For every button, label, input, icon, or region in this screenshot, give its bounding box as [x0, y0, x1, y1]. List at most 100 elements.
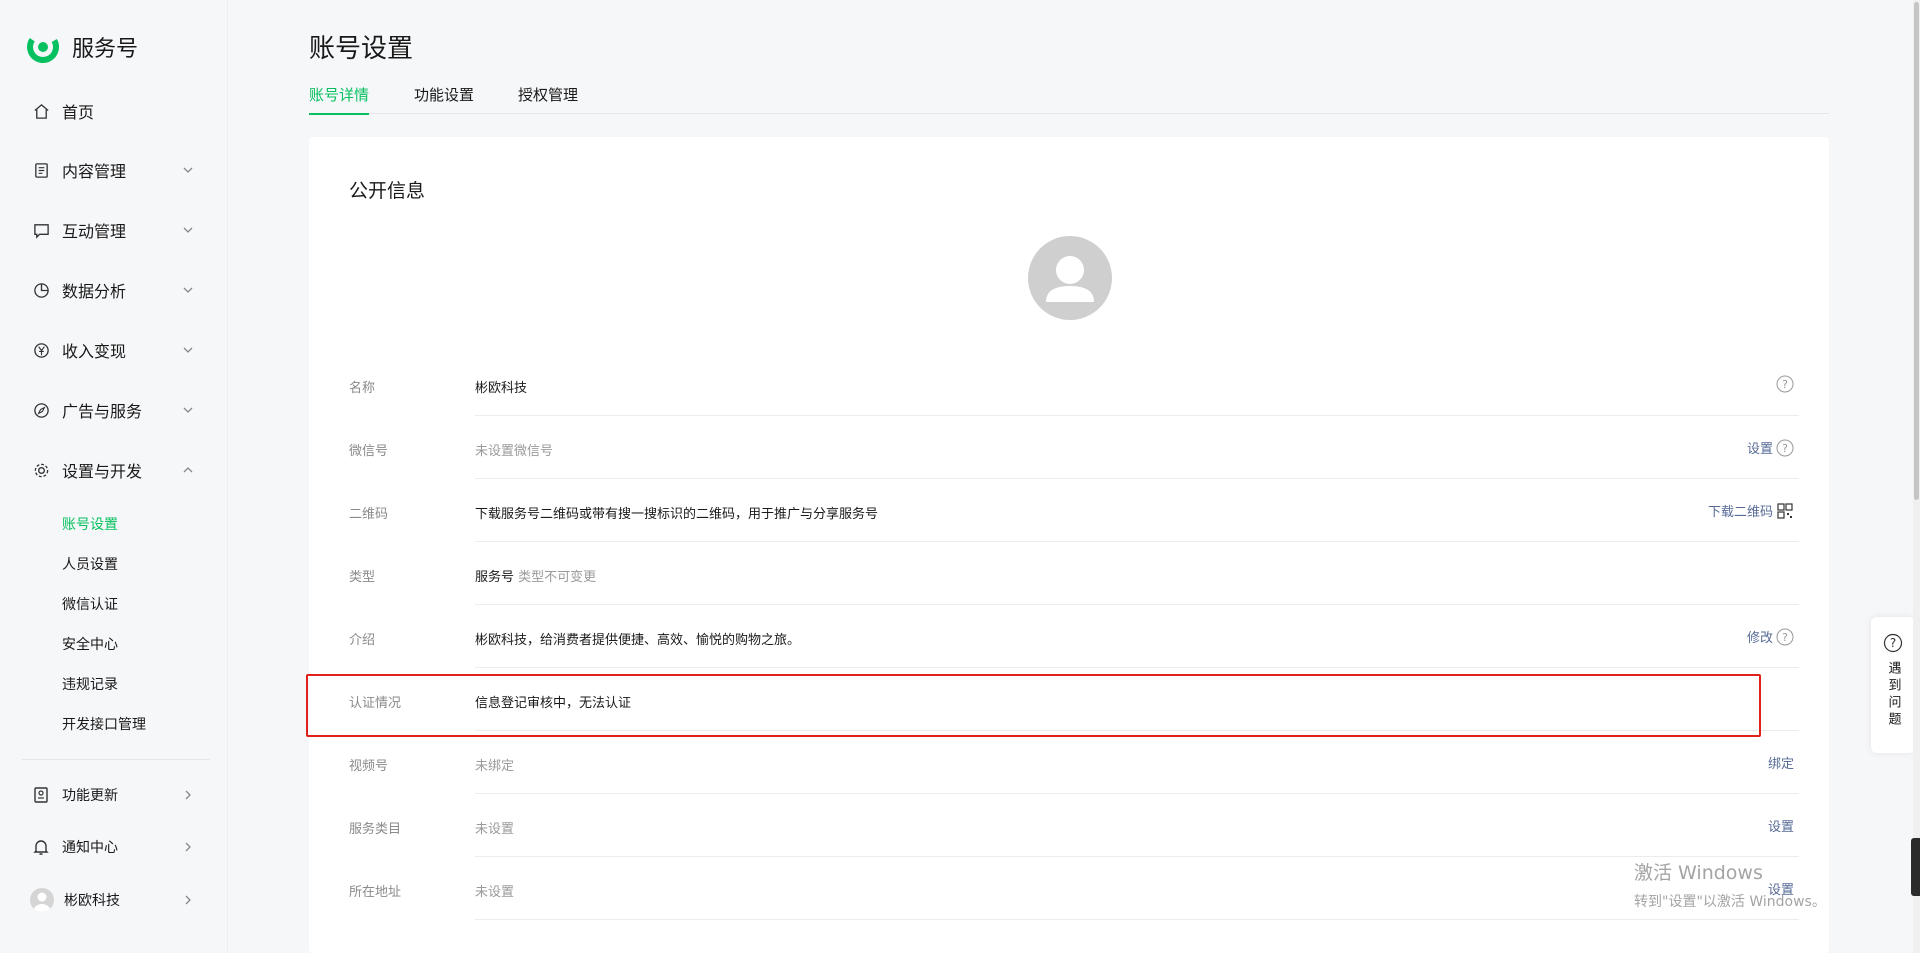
help-widget[interactable]: ? 遇到问题	[1871, 617, 1915, 753]
sidebar-item-label: 功能更新	[62, 788, 118, 804]
sidebar-item-label: 首页	[62, 103, 95, 122]
edge-widget[interactable]	[1911, 838, 1920, 896]
sidebar-item-label: 互动管理	[62, 222, 127, 241]
row-type: 类型 服务号 类型不可变更	[349, 542, 1799, 605]
help-label: 遇到问题	[1885, 661, 1901, 729]
tab-account-details[interactable]: 账号详情	[309, 84, 370, 115]
row-value: 未设置	[475, 822, 515, 837]
set-category-button[interactable]: 设置	[1768, 816, 1794, 835]
brand[interactable]: 服务号	[26, 30, 138, 64]
row-verification: 认证情况 信息登记审核中，无法认证	[349, 668, 1799, 731]
row-qrcode: 二维码 下载服务号二维码或带有搜一搜标识的二维码，用于推广与分享服务号 下载二维…	[349, 479, 1799, 542]
bind-channel-button[interactable]: 绑定	[1768, 753, 1794, 772]
row-label: 类型	[349, 570, 376, 585]
sidebar-item-interaction[interactable]: 互动管理	[32, 215, 202, 245]
sidebar-item-label: 彬欧科技	[64, 893, 120, 909]
row-label: 服务类目	[349, 822, 402, 837]
sidebar-item-label: 广告与服务	[62, 402, 143, 421]
sidebar-item-notifications[interactable]: 通知中心	[32, 832, 202, 862]
row-value: 下载服务号二维码或带有搜一搜标识的二维码，用于推广与分享服务号	[475, 507, 879, 522]
avatar	[30, 888, 54, 912]
chevron-down-icon	[183, 287, 193, 293]
row-service-category: 服务类目 未设置 设置	[349, 794, 1799, 857]
set-address-button[interactable]: 设置	[1768, 879, 1794, 898]
row-intro: 介绍 彬欧科技，给消费者提供便捷、高效、愉悦的购物之旅。 修改 ?	[349, 605, 1799, 668]
sub-item-wechat-verification[interactable]: 微信认证	[62, 594, 118, 614]
compass-icon	[32, 401, 50, 419]
edit-intro-button[interactable]: 修改 ?	[1747, 627, 1794, 646]
row-label: 微信号	[349, 444, 389, 459]
sub-item-account-settings[interactable]: 账号设置	[62, 514, 118, 534]
sidebar-item-home[interactable]: 首页	[32, 96, 202, 126]
account-avatar[interactable]	[1028, 236, 1112, 320]
pie-chart-icon	[32, 281, 50, 299]
yen-icon	[32, 341, 50, 359]
row-value: 信息登记审核中，无法认证	[475, 696, 632, 711]
sub-item-security-center[interactable]: 安全中心	[62, 634, 118, 654]
row-value: 未绑定	[475, 759, 515, 774]
question-icon[interactable]: ?	[1776, 375, 1794, 393]
chevron-down-icon	[183, 167, 193, 173]
chevron-right-icon	[185, 790, 191, 800]
chevron-down-icon	[183, 407, 193, 413]
tab-function-settings[interactable]: 功能设置	[414, 84, 474, 114]
row-value: 彬欧科技	[475, 381, 528, 396]
sub-item-dev-api[interactable]: 开发接口管理	[62, 714, 146, 734]
sidebar-item-label: 设置与开发	[62, 462, 143, 481]
qrcode-icon	[1777, 502, 1793, 519]
sidebar-divider	[22, 759, 210, 760]
set-wechat-id-button[interactable]: 设置 ?	[1747, 438, 1794, 457]
action-label: 设置	[1746, 442, 1773, 457]
action-label: 修改	[1746, 631, 1773, 646]
row-wechat-id: 微信号 未设置微信号 设置 ?	[349, 416, 1799, 479]
sub-item-violation-records[interactable]: 违规记录	[62, 674, 118, 694]
type-note: 类型不可变更	[518, 570, 597, 585]
sidebar-item-content[interactable]: 内容管理	[32, 155, 202, 185]
tab-bar: 账号详情 功能设置 授权管理	[309, 84, 1829, 115]
download-qrcode-button[interactable]: 下载二维码	[1708, 501, 1794, 520]
brand-logo-icon	[27, 31, 59, 63]
sidebar-item-account[interactable]: 彬欧科技	[30, 885, 202, 915]
sidebar-item-label: 通知中心	[62, 840, 118, 856]
svg-text:?: ?	[1782, 442, 1788, 455]
sidebar-item-ads[interactable]: 广告与服务	[32, 395, 202, 425]
row-label: 二维码	[349, 507, 389, 522]
sidebar: 服务号 首页 内容管理 互动管理 数据分析 收入变现 广告与服务 设置与开发 账…	[0, 0, 228, 953]
action-label: 绑定	[1767, 757, 1794, 772]
scrollbar-thumb[interactable]	[1914, 2, 1919, 500]
sidebar-item-label: 数据分析	[62, 282, 127, 301]
sidebar-item-analytics[interactable]: 数据分析	[32, 275, 202, 305]
sidebar-item-settings[interactable]: 设置与开发	[32, 455, 202, 485]
row-value: 服务号 类型不可变更	[475, 566, 596, 585]
row-name: 名称 彬欧科技 ?	[349, 353, 1799, 416]
sidebar-item-monetization[interactable]: 收入变现	[32, 335, 202, 365]
sidebar-item-label: 内容管理	[62, 162, 127, 181]
row-value: 未设置	[475, 885, 515, 900]
type-value: 服务号	[475, 570, 515, 585]
chat-icon	[32, 221, 50, 239]
row-label: 所在地址	[349, 885, 402, 900]
svg-text:?: ?	[1782, 631, 1788, 644]
question-icon: ?	[1883, 633, 1903, 653]
row-label: 认证情况	[349, 696, 402, 711]
row-label: 介绍	[349, 633, 376, 648]
svg-text:?: ?	[1782, 378, 1788, 391]
chevron-right-icon	[185, 895, 191, 905]
gear-icon	[32, 461, 50, 479]
question-icon[interactable]: ?	[1776, 439, 1794, 457]
brand-name: 服务号	[72, 37, 139, 62]
row-divider	[475, 919, 1799, 920]
sub-item-personnel-settings[interactable]: 人员设置	[62, 554, 118, 574]
page-title: 账号设置	[309, 34, 414, 64]
svg-text:?: ?	[1890, 636, 1896, 650]
sidebar-item-updates[interactable]: 功能更新	[32, 780, 202, 810]
chevron-up-icon	[183, 467, 193, 473]
home-icon	[32, 102, 50, 120]
row-label: 名称	[349, 381, 376, 396]
sidebar-item-label: 收入变现	[62, 342, 127, 361]
tab-authorization[interactable]: 授权管理	[518, 84, 578, 114]
row-value: 未设置微信号	[475, 444, 554, 459]
question-icon[interactable]: ?	[1776, 628, 1794, 646]
chevron-right-icon	[185, 842, 191, 852]
chevron-down-icon	[183, 347, 193, 353]
